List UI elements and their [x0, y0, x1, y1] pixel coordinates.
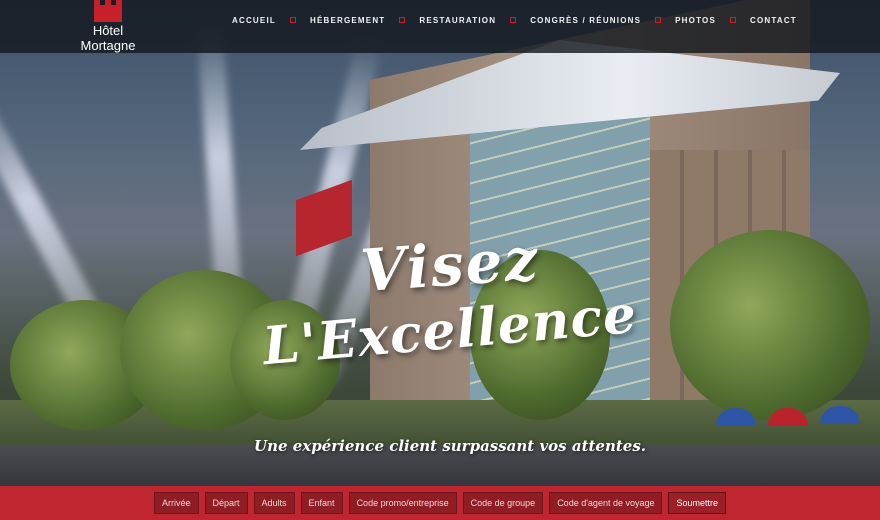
- hero-tagline: Une expérience client surpassant vos att…: [253, 437, 647, 455]
- nav-item-hebergement[interactable]: Hébergement: [310, 16, 385, 25]
- nav-item-accueil[interactable]: Accueil: [232, 16, 276, 25]
- promo-code-field[interactable]: Code promo/entreprise: [348, 492, 457, 514]
- nav-item-contact[interactable]: Contact: [750, 16, 797, 25]
- booking-bar: Arrivée Départ Adults Enfant Code promo/…: [0, 486, 880, 520]
- nav-item-photos[interactable]: Photos: [675, 16, 716, 25]
- nav-separator-icon: [655, 17, 662, 23]
- agent-code-field[interactable]: Code d'agent de voyage: [549, 492, 663, 514]
- adults-select[interactable]: Adults: [253, 492, 295, 514]
- submit-button[interactable]: Soumettre: [668, 492, 727, 514]
- nav-item-restauration[interactable]: Restauration: [419, 16, 496, 25]
- logo-line-2: Mortagne: [80, 38, 136, 53]
- castle-logo-icon: [94, 0, 122, 22]
- nav-separator-icon: [729, 17, 736, 23]
- nav-item-congres-reunions[interactable]: Congrès / Réunions: [530, 16, 641, 25]
- logo-line-1: Hôtel: [92, 23, 124, 38]
- top-navigation-bar: Hôtel Mortagne Accueil Hébergement Resta…: [0, 0, 880, 53]
- group-code-field[interactable]: Code de groupe: [462, 492, 544, 514]
- tree: [670, 230, 870, 420]
- nav-separator-icon: [289, 17, 296, 23]
- departure-date-field[interactable]: Départ: [204, 492, 248, 514]
- main-menu: Accueil Hébergement Restauration Congrès…: [232, 14, 797, 26]
- nav-separator-icon: [510, 17, 517, 23]
- nav-separator-icon: [399, 17, 406, 23]
- arrival-date-field[interactable]: Arrivée: [153, 492, 199, 514]
- hero-headline: Visez L'Excellence: [240, 225, 660, 377]
- hotel-logo[interactable]: Hôtel Mortagne: [77, 0, 139, 53]
- child-select[interactable]: Enfant: [300, 492, 343, 514]
